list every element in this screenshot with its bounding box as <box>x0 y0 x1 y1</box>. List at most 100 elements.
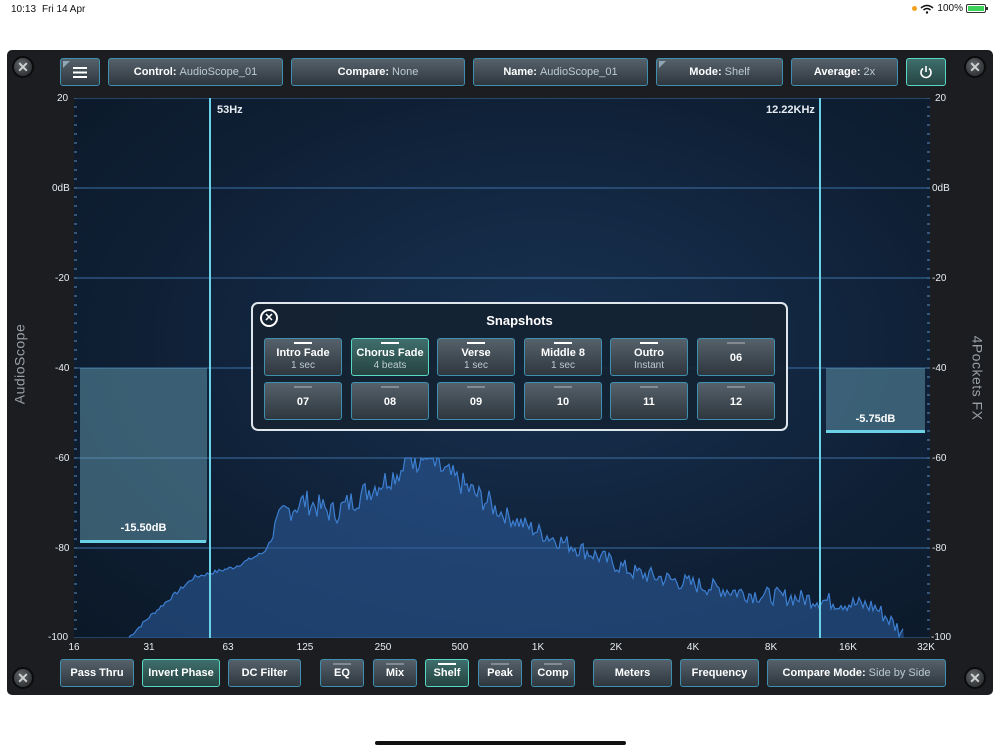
high-shelf-value: -5.75dB <box>855 413 896 425</box>
comp-label: Comp <box>537 667 569 679</box>
mode-value: Shelf <box>724 66 750 78</box>
snapshot-indicator <box>554 386 572 388</box>
x-tick: 16 <box>68 642 80 653</box>
meters-button[interactable]: Meters <box>593 659 672 687</box>
menu-button[interactable] <box>60 58 100 86</box>
peak-button[interactable]: Peak <box>478 659 522 687</box>
snapshot-indicator <box>467 386 485 388</box>
y-tick-right: -20 <box>932 273 947 284</box>
comp-button[interactable]: Comp <box>531 659 575 687</box>
y-tick-right: 20 <box>935 93 947 104</box>
x-tick: 250 <box>374 642 392 653</box>
snapshot-slot[interactable]: 07 <box>264 382 342 420</box>
dc-filter-button[interactable]: DC Filter <box>228 659 301 687</box>
snapshot-indicator <box>554 342 572 344</box>
snapshot-slot[interactable]: 11 <box>610 382 688 420</box>
x-tick: 4K <box>686 642 700 653</box>
snapshot-indicator <box>294 342 312 344</box>
snapshot-slot[interactable]: Verse 1 sec <box>437 338 515 376</box>
shelf-button[interactable]: Shelf <box>425 659 469 687</box>
low-shelf-handle[interactable] <box>80 540 206 543</box>
snapshot-name: Middle 8 <box>540 347 585 359</box>
compare-button[interactable]: Compare: None <box>291 58 465 86</box>
power-button[interactable] <box>906 58 946 86</box>
snapshot-name: 07 <box>296 396 310 408</box>
snapshot-slot[interactable]: Middle 81 sec <box>524 338 602 376</box>
snapshot-name: 09 <box>469 396 483 408</box>
mix-label: Mix <box>385 667 405 679</box>
y-tick-left: 20 <box>57 93 69 104</box>
y-tick-left: -40 <box>55 363 70 374</box>
snapshot-indicator <box>467 342 485 344</box>
snapshot-duration: 1 sec <box>551 360 575 371</box>
name-value: AudioScope_01 <box>539 66 618 78</box>
status-bar: 10:13 Fri 14 Apr 100% <box>0 0 1000 20</box>
high-shelf-handle[interactable] <box>826 430 925 433</box>
home-indicator[interactable] <box>375 741 626 745</box>
y-tick-right: -80 <box>932 543 947 554</box>
y-tick-right: 0dB <box>932 183 950 194</box>
snapshots-panel: ✕ Snapshots Intro Fade 1 sec Chorus Fade 4 … <box>251 302 788 431</box>
mode-label: Mode: <box>689 66 722 78</box>
compare-mode-value: Side by Side <box>868 667 931 679</box>
x-tick: 8K <box>764 642 778 653</box>
compare-label: Compare: <box>337 66 390 78</box>
control-button[interactable]: Control: AudioScope_01 <box>108 58 283 86</box>
invert-phase-label: Invert Phase <box>148 667 214 679</box>
screw-icon: ✕ <box>12 56 34 78</box>
screw-icon: ✕ <box>964 56 986 78</box>
name-button[interactable]: Name: AudioScope_01 <box>473 58 648 86</box>
vendor-label: 4Pockets FX <box>969 335 986 421</box>
low-cut-frequency-label: 53Hz <box>217 104 243 116</box>
snapshot-duration: Instant <box>633 360 665 371</box>
average-button[interactable]: Average: 2x <box>791 58 898 86</box>
eq-button[interactable]: EQ <box>320 659 364 687</box>
snapshot-slot[interactable]: 08 <box>351 382 429 420</box>
y-tick-left: 0dB <box>52 183 70 194</box>
frequency-label: Frequency <box>691 667 748 679</box>
snapshot-slot[interactable]: 09 <box>437 382 515 420</box>
low-shelf-region[interactable] <box>80 368 207 542</box>
mode-button[interactable]: Mode: Shelf <box>656 58 783 86</box>
mix-button[interactable]: Mix <box>373 659 417 687</box>
compare-mode-button[interactable]: Compare Mode: Side by Side <box>767 659 946 687</box>
snapshot-duration: 4 beats <box>373 360 407 371</box>
screw-icon: ✕ <box>12 667 34 689</box>
snapshot-slot[interactable]: Intro Fade 1 sec <box>264 338 342 376</box>
control-value: AudioScope_01 <box>179 66 258 78</box>
snapshot-name: 10 <box>556 396 570 408</box>
status-time: 10:13 <box>11 4 37 15</box>
pass-thru-button[interactable]: Pass Thru <box>60 659 134 687</box>
average-label: Average: <box>813 66 861 78</box>
snapshot-name: 12 <box>729 396 743 408</box>
snapshot-slot[interactable]: 06 <box>697 338 775 376</box>
snapshot-name: 11 <box>643 396 655 408</box>
shelf-label: Shelf <box>433 667 461 679</box>
snapshot-slot[interactable]: Chorus Fade 4 beats <box>351 338 429 376</box>
snapshot-indicator <box>294 386 312 388</box>
frequency-button[interactable]: Frequency <box>680 659 759 687</box>
snapshot-name: Outro <box>634 347 664 359</box>
name-label: Name: <box>503 66 537 78</box>
y-tick-left: -80 <box>55 543 70 554</box>
wifi-icon <box>920 4 934 14</box>
snapshot-slot[interactable]: 10 <box>524 382 602 420</box>
snapshot-slot[interactable]: Outro Instant <box>610 338 688 376</box>
peak-label: Peak <box>487 667 513 679</box>
snapshot-name: Chorus Fade <box>356 347 424 359</box>
y-tick-right: -60 <box>932 453 947 464</box>
app-name-label: AudioScope <box>11 323 28 405</box>
snapshot-name: Verse <box>461 347 491 359</box>
snapshot-duration: 1 sec <box>291 360 315 371</box>
high-cut-frequency-label: 12.22KHz <box>766 104 815 116</box>
pass-thru-label: Pass Thru <box>70 667 124 679</box>
snapshots-title: Snapshots <box>486 313 553 328</box>
snapshot-indicator <box>381 342 399 344</box>
x-tick: 2K <box>609 642 623 653</box>
power-icon <box>920 66 932 79</box>
invert-phase-button[interactable]: Invert Phase <box>142 659 220 687</box>
snapshot-slot[interactable]: 12 <box>697 382 775 420</box>
y-tick-right: -40 <box>932 363 947 374</box>
x-tick: 16K <box>839 642 857 653</box>
status-date: Fri 14 Apr <box>42 4 86 15</box>
